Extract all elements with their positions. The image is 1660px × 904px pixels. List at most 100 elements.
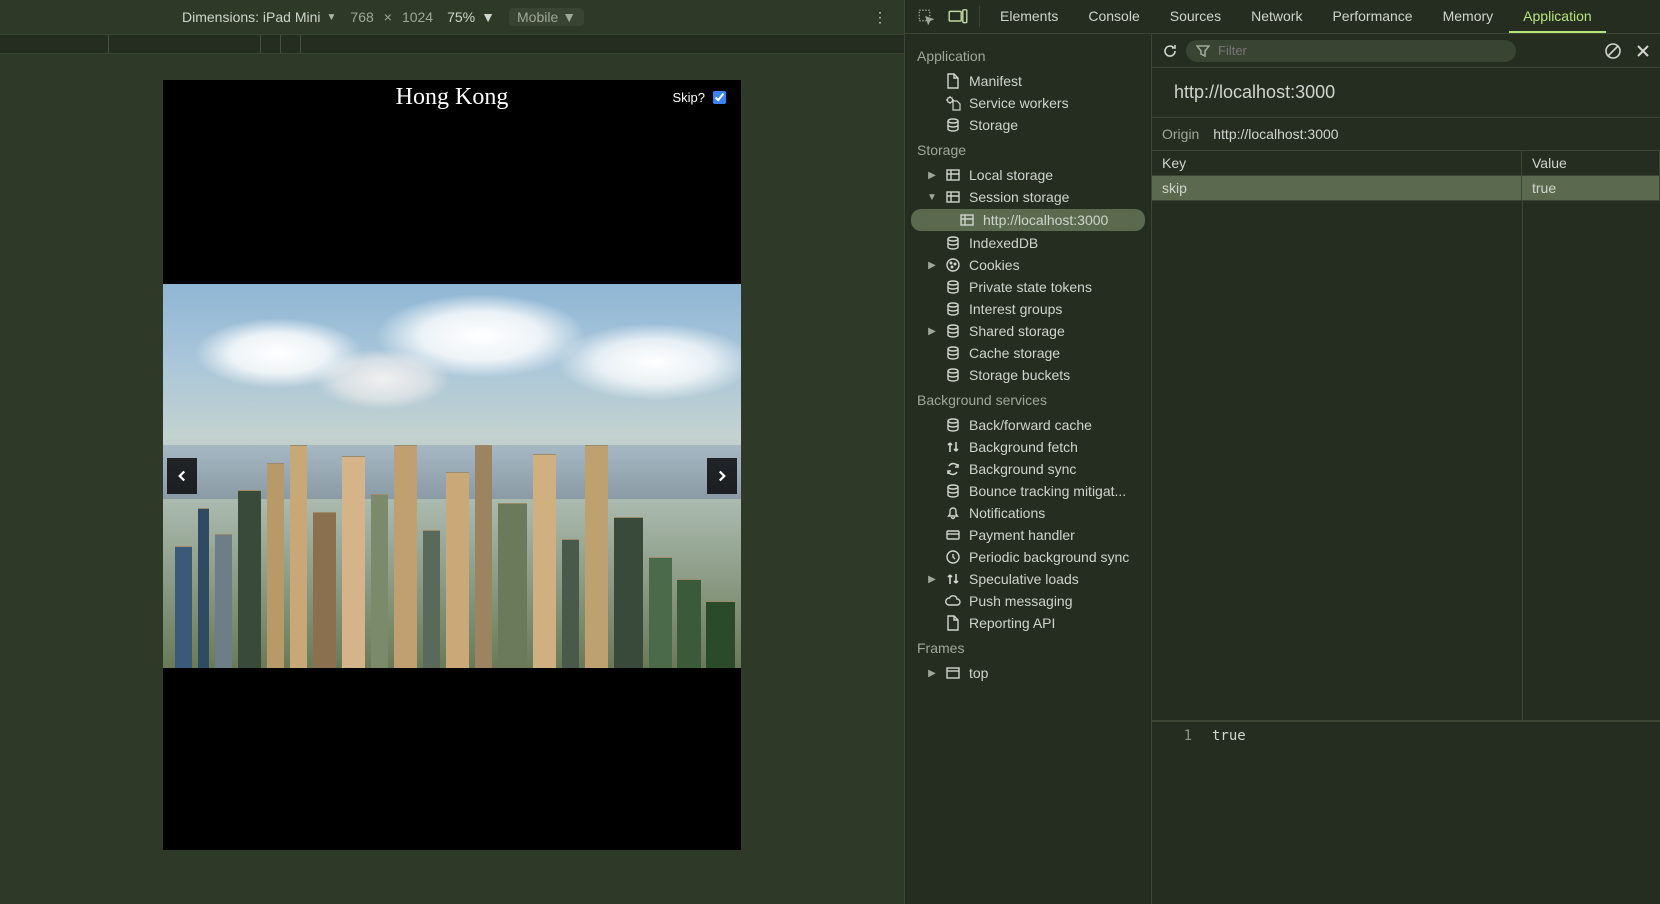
- caret-down-icon: ▼: [327, 12, 337, 23]
- skip-checkbox[interactable]: [713, 91, 726, 104]
- database-icon: [945, 235, 961, 251]
- device-size-box: 768 × 1024: [350, 9, 433, 25]
- times-icon: ×: [384, 9, 392, 25]
- carousel-prev-button[interactable]: [167, 458, 197, 494]
- sidebar-section-bg-services: Background services: [905, 386, 1151, 414]
- zoom-value: 75%: [447, 9, 475, 25]
- gear-file-icon: [945, 95, 961, 111]
- col-value[interactable]: Value: [1522, 151, 1660, 175]
- filter-icon: [1196, 45, 1210, 57]
- carousel-next-button[interactable]: [707, 458, 737, 494]
- devtools-body: Application Manifest Service workers Sto…: [905, 34, 1660, 904]
- device-dimensions-select[interactable]: Dimensions: iPad Mini ▼: [182, 9, 336, 25]
- filter-input-wrap[interactable]: [1186, 40, 1516, 62]
- file-icon: [945, 73, 961, 89]
- caret-down-icon: ▼: [481, 9, 495, 25]
- app-title: Hong Kong: [163, 84, 741, 111]
- sidebar-item-payment-handler[interactable]: Payment handler: [905, 524, 1151, 546]
- grid-icon: [945, 167, 961, 183]
- table-row[interactable]: skip true: [1152, 176, 1660, 201]
- sidebar-item-speculative-loads[interactable]: ▶Speculative loads: [905, 568, 1151, 590]
- tab-application[interactable]: Application: [1509, 0, 1606, 33]
- preview-value: true: [1212, 728, 1246, 744]
- grid-icon: [959, 212, 975, 228]
- origin-value: http://localhost:3000: [1213, 126, 1338, 142]
- clear-icon[interactable]: [1604, 42, 1622, 60]
- tab-sources[interactable]: Sources: [1156, 0, 1235, 33]
- chevron-right-icon: ▶: [927, 668, 937, 679]
- reload-icon[interactable]: [1162, 43, 1178, 59]
- sidebar-section-application: Application: [905, 42, 1151, 70]
- device-height[interactable]: 1024: [402, 9, 433, 25]
- grid-icon: [945, 189, 961, 205]
- filter-input[interactable]: [1216, 42, 1506, 59]
- throttle-value: Mobile: [517, 9, 558, 25]
- application-detail: http://localhost:3000 Origin http://loca…: [1152, 34, 1660, 904]
- sidebar-item-manifest[interactable]: Manifest: [905, 70, 1151, 92]
- col-key[interactable]: Key: [1152, 151, 1522, 175]
- value-preview: 1 true: [1152, 721, 1660, 750]
- detail-title: http://localhost:3000: [1152, 68, 1660, 118]
- application-sidebar[interactable]: Application Manifest Service workers Sto…: [905, 34, 1152, 904]
- updown-icon: [945, 571, 961, 587]
- bell-icon: [945, 505, 961, 521]
- storage-table: Key Value skip true: [1152, 151, 1660, 201]
- sidebar-item-periodic-sync[interactable]: Periodic background sync: [905, 546, 1151, 568]
- tab-elements[interactable]: Elements: [986, 0, 1072, 33]
- sidebar-item-bfcache[interactable]: Back/forward cache: [905, 414, 1151, 436]
- database-icon: [945, 367, 961, 383]
- device-frame[interactable]: Hong Kong Skip?: [163, 80, 741, 850]
- cloud-icon: [945, 593, 961, 609]
- sidebar-item-frame-top[interactable]: ▶top: [905, 662, 1151, 684]
- sidebar-section-frames: Frames: [905, 634, 1151, 662]
- file-icon: [945, 615, 961, 631]
- tab-performance[interactable]: Performance: [1318, 0, 1426, 33]
- sidebar-item-storage-buckets[interactable]: Storage buckets: [905, 364, 1151, 386]
- window-icon: [945, 665, 961, 681]
- line-number: 1: [1162, 728, 1192, 744]
- kebab-menu-icon[interactable]: ⋮: [868, 9, 892, 26]
- sidebar-item-session-storage[interactable]: ▼Session storage: [905, 186, 1151, 208]
- skip-label: Skip?: [672, 90, 705, 105]
- origin-label: Origin: [1162, 126, 1199, 142]
- ruler: [0, 34, 904, 54]
- toggle-device-icon[interactable]: [943, 0, 973, 33]
- sidebar-item-bounce-tracking[interactable]: Bounce tracking mitigat...: [905, 480, 1151, 502]
- sidebar-item-shared-storage[interactable]: ▶Shared storage: [905, 320, 1151, 342]
- sidebar-item-background-sync[interactable]: Background sync: [905, 458, 1151, 480]
- sidebar-item-background-fetch[interactable]: Background fetch: [905, 436, 1151, 458]
- sidebar-item-push-messaging[interactable]: Push messaging: [905, 590, 1151, 612]
- sidebar-item-session-origin[interactable]: http://localhost:3000: [911, 209, 1145, 231]
- sync-icon: [945, 461, 961, 477]
- sidebar-item-cookies[interactable]: ▶Cookies: [905, 254, 1151, 276]
- chevron-right-icon: ▶: [927, 170, 937, 181]
- device-width[interactable]: 768: [350, 9, 373, 25]
- detail-toolbar: [1152, 34, 1660, 68]
- origin-row: Origin http://localhost:3000: [1152, 118, 1660, 151]
- sidebar-item-storage[interactable]: Storage: [905, 114, 1151, 136]
- tab-network[interactable]: Network: [1237, 0, 1316, 33]
- sidebar-item-service-workers[interactable]: Service workers: [905, 92, 1151, 114]
- database-icon: [945, 117, 961, 133]
- preview-canvas: Hong Kong Skip?: [0, 54, 904, 904]
- tab-memory[interactable]: Memory: [1429, 0, 1508, 33]
- tab-console[interactable]: Console: [1074, 0, 1153, 33]
- sidebar-item-notifications[interactable]: Notifications: [905, 502, 1151, 524]
- throttle-select[interactable]: Mobile ▼: [509, 8, 584, 26]
- sidebar-item-reporting-api[interactable]: Reporting API: [905, 612, 1151, 634]
- inspect-element-icon[interactable]: [911, 0, 941, 33]
- chevron-down-icon: ▼: [927, 192, 937, 203]
- database-icon: [945, 279, 961, 295]
- sidebar-item-indexeddb[interactable]: IndexedDB: [905, 232, 1151, 254]
- sidebar-item-cache-storage[interactable]: Cache storage: [905, 342, 1151, 364]
- sidebar-item-private-state-tokens[interactable]: Private state tokens: [905, 276, 1151, 298]
- table-empty-area[interactable]: [1152, 201, 1660, 721]
- table-header-row: Key Value: [1152, 151, 1660, 176]
- database-icon: [945, 345, 961, 361]
- close-icon[interactable]: [1636, 44, 1650, 58]
- zoom-select[interactable]: 75% ▼: [447, 9, 495, 25]
- cookie-icon: [945, 257, 961, 273]
- sidebar-item-local-storage[interactable]: ▶Local storage: [905, 164, 1151, 186]
- chevron-right-icon: ▶: [927, 326, 937, 337]
- sidebar-item-interest-groups[interactable]: Interest groups: [905, 298, 1151, 320]
